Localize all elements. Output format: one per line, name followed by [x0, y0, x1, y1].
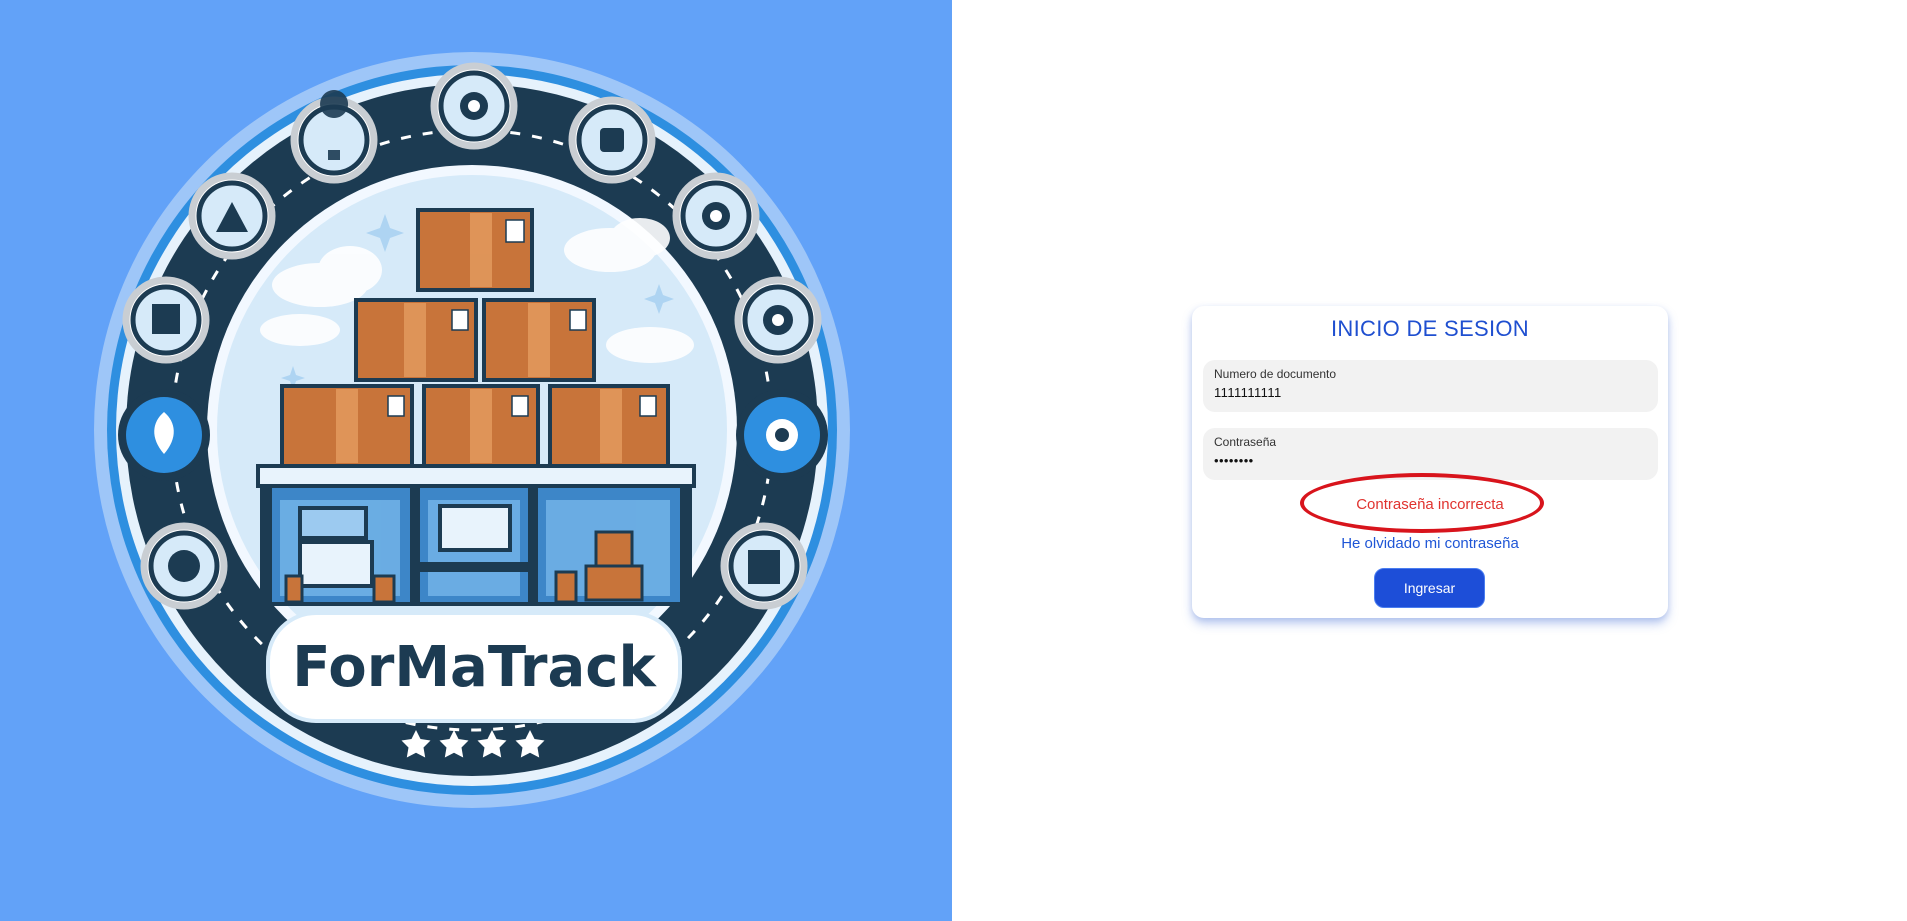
login-submit-button[interactable]: Ingresar: [1374, 568, 1485, 608]
document-number-input[interactable]: 1111111111: [1214, 385, 1282, 400]
brand-panel: ForMaTrack: [0, 0, 952, 921]
login-card: INICIO DE SESION Numero de documento 111…: [1192, 306, 1668, 618]
document-number-label: Numero de documento: [1214, 367, 1337, 381]
formatrack-logo: ForMaTrack: [94, 52, 850, 808]
forgot-password-link[interactable]: He olvidado mi contraseña: [1192, 535, 1668, 552]
document-number-field[interactable]: Numero de documento 1111111111: [1203, 360, 1658, 412]
password-label: Contraseña: [1214, 435, 1277, 449]
password-input[interactable]: ••••••••: [1214, 453, 1254, 468]
logo-brand-name: ForMaTrack: [292, 635, 657, 700]
login-title: INICIO DE SESION: [1331, 316, 1529, 341]
error-message: Contraseña incorrecta: [1356, 496, 1504, 513]
